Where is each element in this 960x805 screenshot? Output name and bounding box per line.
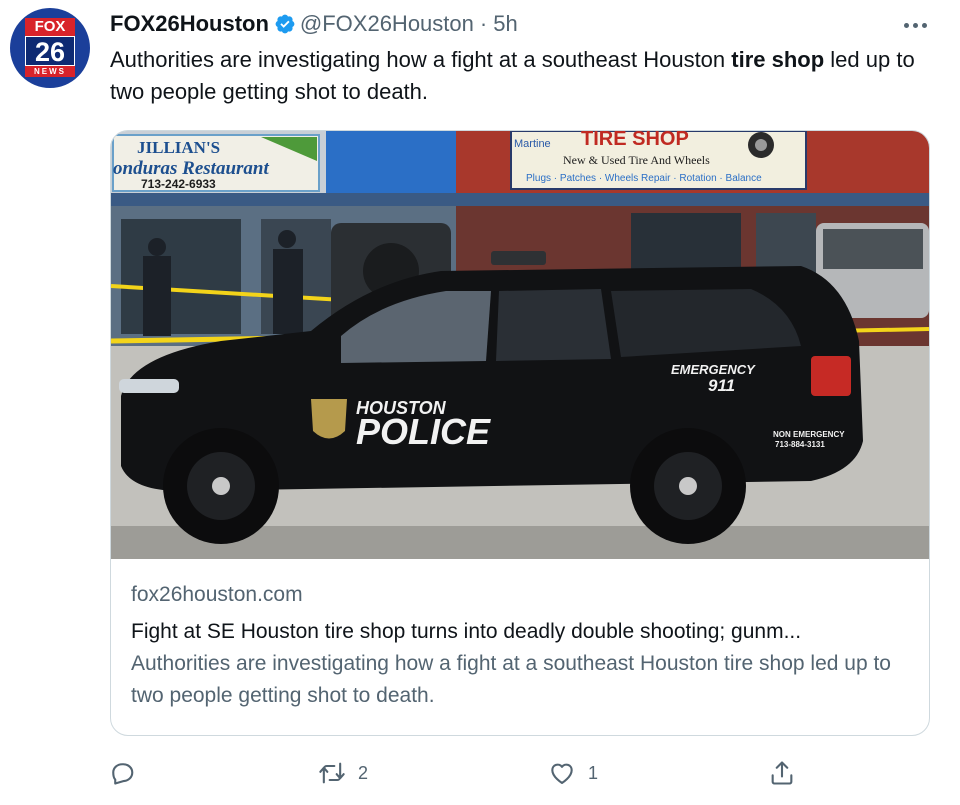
share-icon <box>771 761 793 785</box>
reply-button[interactable] <box>108 755 148 791</box>
tweet-header: FOX26Houston @FOX26Houston · 5h <box>110 8 518 40</box>
verified-badge-icon <box>275 14 295 34</box>
vehicle-text-phone: 713-884-3131 <box>775 440 825 449</box>
vehicle-text-911: 911 <box>708 376 735 395</box>
display-name[interactable]: FOX26Houston <box>110 11 269 37</box>
action-bar: 2 1 <box>108 755 828 791</box>
share-button[interactable] <box>768 755 808 791</box>
shop-sign-title: TIRE SHOP <box>581 131 689 150</box>
shop-sign-line2: New & Used Tire And Wheels <box>563 153 710 167</box>
tweet-text: Authorities are investigating how a figh… <box>110 44 940 108</box>
avatar-brand-sub: NEWS <box>25 66 75 77</box>
card-meta: fox26houston.com Fight at SE Houston tir… <box>131 580 911 712</box>
vehicle-text-non-emergency: NON EMERGENCY <box>773 430 845 439</box>
restaurant-sign-line2: onduras Restaurant <box>113 158 269 179</box>
separator: · <box>479 11 488 36</box>
card-title: Fight at SE Houston tire shop turns into… <box>131 620 802 643</box>
card-domain: fox26houston.com <box>131 583 303 606</box>
retweet-button[interactable]: 2 <box>318 755 368 791</box>
tweet[interactable]: FOX 26 NEWS FOX26Houston @FOX26Houston ·… <box>0 0 960 805</box>
vehicle-text-emergency: EMERGENCY <box>671 362 756 377</box>
like-count: 1 <box>588 762 599 783</box>
link-card[interactable]: JILLIAN'S onduras Restaurant 713-242-693… <box>110 130 930 736</box>
avatar-brand-number: 26 <box>25 36 75 67</box>
tweet-text-bold: tire shop <box>731 47 825 72</box>
retweet-count: 2 <box>358 762 369 783</box>
restaurant-sign-phone: 713-242-6933 <box>141 177 216 191</box>
more-options-icon[interactable] <box>895 14 935 36</box>
tweet-text-part1: Authorities are investigating how a figh… <box>110 47 732 72</box>
reply-icon <box>112 763 134 785</box>
retweet-icon <box>319 762 345 784</box>
avatar[interactable]: FOX 26 NEWS <box>10 8 90 88</box>
timestamp[interactable]: 5h <box>493 11 517 37</box>
heart-icon <box>551 763 573 784</box>
shop-sign-small: Martine <box>514 138 551 150</box>
card-description: Authorities are investigating how a figh… <box>131 652 891 707</box>
like-button[interactable]: 1 <box>548 755 598 791</box>
handle[interactable]: @FOX26Houston <box>300 11 474 37</box>
avatar-brand-top: FOX <box>25 18 75 36</box>
card-photo[interactable]: JILLIAN'S onduras Restaurant 713-242-693… <box>111 131 929 559</box>
restaurant-sign-line1: JILLIAN'S <box>137 138 220 157</box>
vehicle-text-police: POLICE <box>356 411 491 452</box>
shop-sign-line3: Plugs · Patches · Wheels Repair · Rotati… <box>526 173 762 184</box>
